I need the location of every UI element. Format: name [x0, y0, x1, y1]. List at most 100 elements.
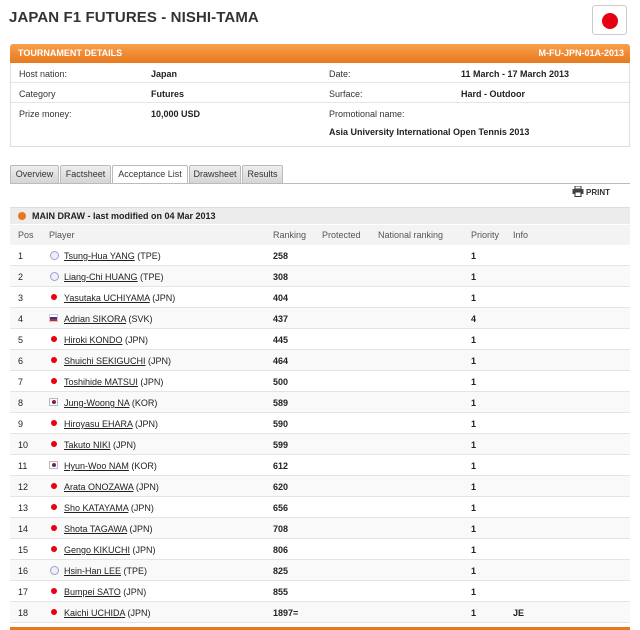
row-ranking: 464 [273, 356, 289, 366]
player-name-link[interactable]: Hiroki KONDO [64, 335, 123, 345]
row-pos: 4 [18, 314, 24, 324]
player-cell: Hyun-Woo NAM (KOR) [64, 461, 157, 471]
row-priority: 1 [471, 377, 477, 387]
col-player: Player [49, 230, 75, 240]
player-cell: Yasutaka UCHIYAMA (JPN) [64, 293, 175, 303]
tpe-flag-icon [49, 272, 59, 281]
row-ranking: 308 [273, 272, 289, 282]
tab-divider [10, 183, 630, 184]
row-pos: 11 [18, 461, 28, 471]
jp-flag-icon [49, 419, 58, 427]
bullet-icon [18, 212, 26, 220]
row-ranking: 599 [273, 440, 289, 450]
row-pos: 8 [18, 398, 24, 408]
player-cell: Adrian SIKORA (SVK) [64, 314, 153, 324]
row-ranking: 825 [273, 566, 289, 576]
player-cell: Arata ONOZAWA (JPN) [64, 482, 159, 492]
player-name-link[interactable]: Tsung-Hua YANG [64, 251, 135, 261]
player-name-link[interactable]: Hsin-Han LEE [64, 566, 121, 576]
player-cell: Hsin-Han LEE (TPE) [64, 566, 147, 576]
player-nation: (JPN) [125, 335, 149, 345]
page-title: JAPAN F1 FUTURES - NISHI-TAMA [9, 9, 259, 26]
table-row: 14 Shota TAGAWA (JPN) 708 1 [10, 518, 630, 539]
player-nation: (TPE) [140, 272, 164, 282]
row-pos: 15 [18, 545, 29, 555]
row-priority: 1 [471, 293, 477, 303]
japan-flag-icon [592, 5, 627, 35]
player-name-link[interactable]: Shuichi SEKIGUCHI [64, 356, 146, 366]
player-nation: (TPE) [123, 566, 148, 576]
table-row: 4 Adrian SIKORA (SVK) 437 4 [10, 308, 630, 329]
jp-flag-icon [49, 293, 58, 301]
player-nation: (JPN) [130, 503, 154, 513]
table-row: 15 Gengo KIKUCHI (JPN) 806 1 [10, 539, 630, 560]
row-pos: 16 [18, 566, 29, 576]
tab-results[interactable]: Results [242, 165, 283, 183]
tab-overview[interactable]: Overview [10, 165, 59, 183]
surface-label: Surface: [329, 89, 363, 99]
print-button[interactable]: PRINT [572, 186, 610, 197]
promotional-name-value: Asia University International Open Tenni… [329, 127, 530, 137]
tpe-flag-icon [49, 566, 59, 575]
jp-flag-icon [49, 377, 58, 385]
player-name-link[interactable]: Toshihide MATSUI [64, 377, 138, 387]
col-protected: Protected [322, 230, 361, 240]
row-pos: 7 [18, 377, 24, 387]
host-nation-value: Japan [151, 69, 178, 79]
jp-flag-icon [49, 482, 58, 490]
row-ranking: 1897= [273, 608, 299, 618]
player-name-link[interactable]: Liang-Chi HUANG [64, 272, 138, 282]
table-row: 3 Yasutaka UCHIYAMA (JPN) 404 1 [10, 287, 630, 308]
player-name-link[interactable]: Adrian SIKORA [64, 314, 126, 324]
category-value: Futures [151, 89, 185, 99]
player-name-link[interactable]: Shota TAGAWA [64, 524, 127, 534]
col-national-ranking: National ranking [378, 230, 444, 240]
player-cell: Shuichi SEKIGUCHI (JPN) [64, 356, 171, 366]
tab-factsheet[interactable]: Factsheet [60, 165, 111, 183]
player-name-link[interactable]: Sho KATAYAMA [64, 503, 128, 513]
kor-flag-icon [49, 461, 58, 469]
player-name-link[interactable]: Kaichi UCHIDA [64, 608, 125, 618]
player-name-link[interactable]: Gengo KIKUCHI [64, 545, 130, 555]
svk-flag-icon [49, 314, 58, 322]
jp-flag-icon [49, 356, 58, 364]
player-cell: Jung-Woong NA (KOR) [64, 398, 157, 408]
row-ranking: 258 [273, 251, 289, 261]
row-pos: 14 [18, 524, 29, 534]
tab-acceptance-list[interactable]: Acceptance List [112, 165, 188, 184]
jp-flag-icon [49, 524, 58, 532]
player-name-link[interactable]: Jung-Woong NA [64, 398, 129, 408]
player-name-link[interactable]: Yasutaka UCHIYAMA [64, 293, 150, 303]
player-name-link[interactable]: Takuto NIKI [64, 440, 111, 450]
category-label: Category [19, 89, 56, 99]
player-name-link[interactable]: Hyun-Woo NAM [64, 461, 129, 471]
player-name-link[interactable]: Bumpei SATO [64, 587, 121, 597]
table-row: 2 Liang-Chi HUANG (TPE) 308 1 [10, 266, 630, 287]
row-priority: 1 [471, 461, 477, 471]
player-nation: (JPN) [140, 377, 164, 387]
row-priority: 1 [471, 524, 477, 534]
row-pos: 2 [18, 272, 24, 282]
player-cell: Tsung-Hua YANG (TPE) [64, 251, 161, 261]
player-nation: (JPN) [113, 440, 137, 450]
jp-flag-icon [49, 608, 58, 616]
player-name-link[interactable]: Hiroyasu EHARA [64, 419, 133, 429]
row-priority: 1 [471, 566, 477, 576]
row-ranking: 589 [273, 398, 289, 408]
player-name-link[interactable]: Arata ONOZAWA [64, 482, 133, 492]
player-cell: Shota TAGAWA (JPN) [64, 524, 153, 534]
details-row: Host nation: Japan Date: 11 March - 17 M… [11, 63, 629, 83]
player-nation: (JPN) [135, 482, 159, 492]
table-row: 8 Jung-Woong NA (KOR) 589 1 [10, 392, 630, 413]
player-cell: Sho KATAYAMA (JPN) [64, 503, 154, 513]
row-ranking: 708 [273, 524, 289, 534]
row-pos: 13 [18, 503, 29, 513]
row-pos: 9 [18, 419, 24, 429]
tab-drawsheet[interactable]: Drawsheet [189, 165, 241, 183]
row-priority: 1 [471, 482, 477, 492]
row-pos: 18 [18, 608, 29, 618]
player-nation: (JPN) [127, 608, 151, 618]
row-ranking: 612 [273, 461, 289, 471]
row-ranking: 590 [273, 419, 289, 429]
kor-flag-icon [49, 398, 58, 406]
